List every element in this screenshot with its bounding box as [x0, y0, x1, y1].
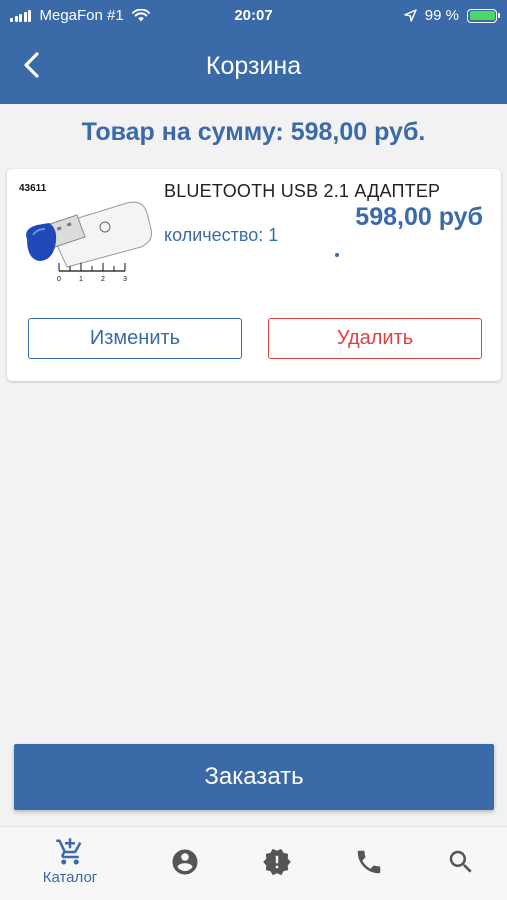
battery-icon: [467, 8, 500, 23]
edit-button[interactable]: Изменить: [28, 318, 242, 359]
ruler-label: 0: [57, 276, 61, 283]
product-image-code: 43611: [19, 183, 47, 194]
app-header: MegaFon #1 20:07 99 % Корзина: [0, 0, 507, 104]
tab-notifications[interactable]: [256, 827, 298, 900]
cart-item-card: 43611 0 1 2 3 BLUETOOTH USB 2.1 АДАПТЕР …: [7, 169, 501, 381]
page-title: Корзина: [205, 52, 302, 80]
product-price: 598,00 руб: [355, 203, 483, 231]
alert-badge-icon: [263, 848, 291, 876]
tab-catalog-label: Каталог: [42, 869, 98, 886]
tab-catalog[interactable]: Каталог: [28, 827, 112, 900]
cart-total: Товар на сумму: 598,00 руб.: [81, 118, 426, 146]
ruler-label: 2: [101, 276, 105, 283]
usb-adapter-illustration: 0 1 2 3: [26, 201, 152, 283]
status-right: 99 %: [404, 7, 500, 24]
product-quantity: количество: 1: [164, 225, 279, 245]
search-icon: [449, 850, 472, 873]
cart-add-icon: [56, 838, 82, 865]
delete-button[interactable]: Удалить: [268, 318, 482, 359]
tab-phone[interactable]: [348, 827, 390, 900]
account-icon: [172, 849, 198, 875]
ruler-label: 3: [123, 276, 127, 283]
phone-icon: [357, 850, 381, 874]
battery-percent: 99 %: [424, 7, 459, 24]
status-bar: MegaFon #1 20:07 99 %: [0, 0, 507, 34]
order-button[interactable]: Заказать: [14, 744, 494, 810]
product-name[interactable]: BLUETOOTH USB 2.1 АДАПТЕР: [164, 181, 440, 202]
tab-search[interactable]: [440, 827, 482, 900]
product-image[interactable]: 43611 0 1 2 3: [15, 177, 155, 292]
location-arrow-icon: [404, 9, 417, 22]
tab-account[interactable]: [164, 827, 206, 900]
tab-bar: Каталог: [0, 826, 507, 900]
ruler-label: 1: [79, 276, 83, 283]
price-dot: [335, 253, 339, 257]
